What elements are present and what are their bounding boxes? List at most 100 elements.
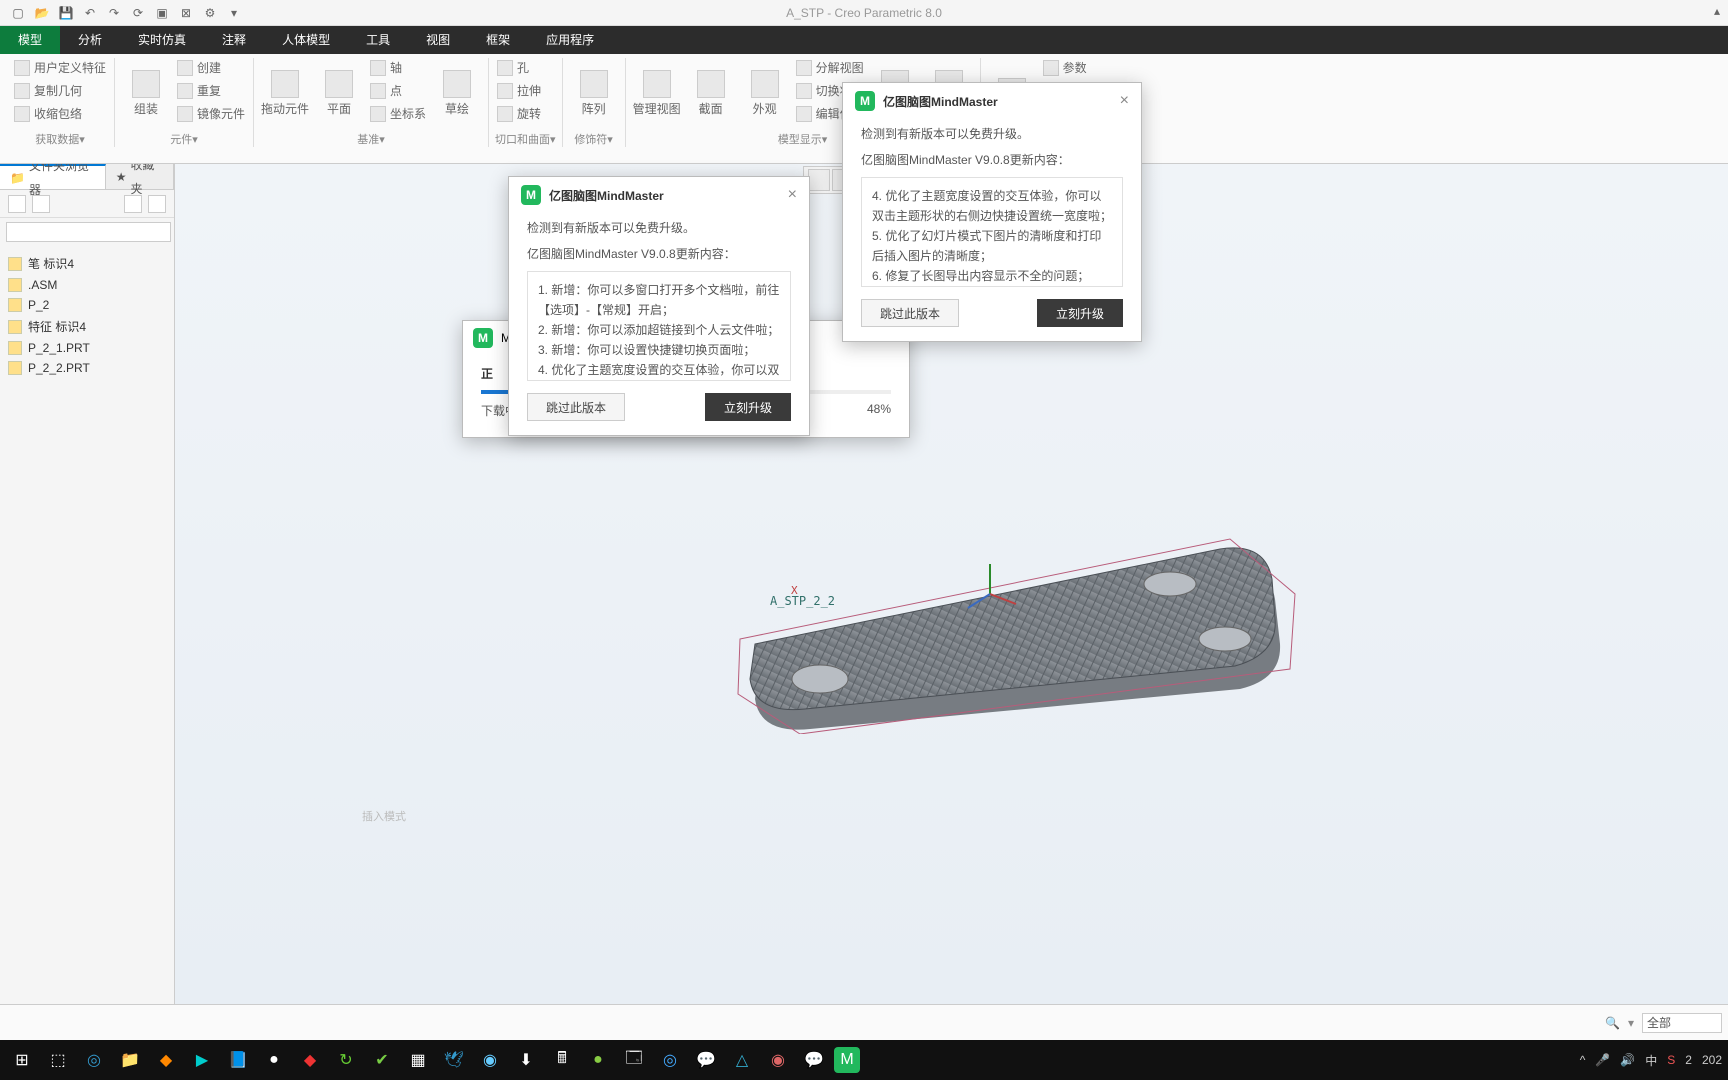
cmd-drag[interactable]: 拖动元件 bbox=[260, 58, 310, 129]
cmd-create[interactable]: 创建 bbox=[175, 58, 247, 77]
tree-collapse-icon[interactable] bbox=[148, 195, 166, 213]
cmd-shrinkwrap[interactable]: 收缩包络 bbox=[12, 104, 108, 123]
save-icon[interactable]: 💾 bbox=[58, 5, 74, 21]
tab-annotate[interactable]: 注释 bbox=[204, 26, 264, 54]
cmd-revolve[interactable]: 旋转 bbox=[495, 104, 555, 123]
tab-framework[interactable]: 框架 bbox=[468, 26, 528, 54]
app-icon-5[interactable]: ◆ bbox=[294, 1044, 326, 1076]
tree-item[interactable]: 笔 标识4 bbox=[4, 252, 170, 275]
mindmaster-taskbar-icon[interactable]: M bbox=[834, 1047, 860, 1073]
open-icon[interactable]: 📂 bbox=[34, 5, 50, 21]
new-icon[interactable]: ▢ bbox=[10, 5, 26, 21]
cmd-copygeom[interactable]: 复制几何 bbox=[12, 81, 108, 100]
cmd-repeat[interactable]: 重复 bbox=[175, 81, 247, 100]
cmd-manageview[interactable]: 管理视图 bbox=[632, 58, 682, 129]
sb-filter-dropdown-icon[interactable]: ▾ bbox=[1628, 1016, 1634, 1030]
dialog1-skip-button[interactable]: 跳过此版本 bbox=[527, 393, 625, 421]
tree-item[interactable]: P_2_2.PRT bbox=[4, 358, 170, 378]
tree-search-row: × ▾ + bbox=[0, 218, 174, 246]
dialog1-upgrade-button[interactable]: 立刻升级 bbox=[705, 393, 791, 421]
cmd-section[interactable]: 截面 bbox=[686, 58, 736, 129]
app-icon-4[interactable]: ● bbox=[258, 1044, 290, 1076]
tree-filter-icon[interactable] bbox=[8, 195, 26, 213]
cmd-sketch[interactable]: 草绘 bbox=[432, 58, 482, 129]
tree-item[interactable]: 特征 标识4 bbox=[4, 315, 170, 338]
cmd-mirror[interactable]: 镜像元件 bbox=[175, 104, 247, 123]
app-icon-10[interactable]: ◉ bbox=[474, 1044, 506, 1076]
model-tree: 笔 标识4 .ASM P_2 特征 标识4 P_2_1.PRT P_2_2.PR… bbox=[0, 246, 174, 1004]
sidebar-tab-folder[interactable]: 📁文件夹浏览器 bbox=[0, 164, 106, 189]
app-icon-11[interactable]: ⬇ bbox=[510, 1044, 542, 1076]
dialog2-close-icon[interactable]: × bbox=[1120, 92, 1129, 110]
dialog1-close-icon[interactable]: × bbox=[788, 186, 797, 204]
explorer-icon[interactable]: 📁 bbox=[114, 1044, 146, 1076]
wechat-icon-2[interactable]: 💬 bbox=[798, 1044, 830, 1076]
selection-filter-combo[interactable]: 全部 bbox=[1642, 1013, 1722, 1033]
tab-apps[interactable]: 应用程序 bbox=[528, 26, 612, 54]
cmd-appearance[interactable]: 外观 bbox=[740, 58, 790, 129]
tree-search-input[interactable] bbox=[6, 222, 171, 242]
cmd-explode[interactable]: 分解视图 bbox=[794, 58, 866, 77]
tray-chevron-up-icon[interactable]: ^ bbox=[1580, 1053, 1586, 1067]
redo-icon[interactable]: ↷ bbox=[106, 5, 122, 21]
qa-dropdown-icon[interactable]: ▾ bbox=[226, 5, 242, 21]
tab-tools[interactable]: 工具 bbox=[348, 26, 408, 54]
sidebar-tab-fav[interactable]: ★收藏夹 bbox=[106, 164, 174, 189]
cmd-point[interactable]: 点 bbox=[368, 81, 428, 100]
app-icon-3[interactable]: 📘 bbox=[222, 1044, 254, 1076]
ribbon-collapse-icon[interactable]: ▴ bbox=[1714, 4, 1720, 18]
app-icon-1[interactable]: ◆ bbox=[150, 1044, 182, 1076]
tray-volume-icon[interactable]: 🔊 bbox=[1620, 1053, 1635, 1067]
window-icon[interactable]: ▣ bbox=[154, 5, 170, 21]
editpos-icon bbox=[796, 106, 812, 122]
tab-simulate[interactable]: 实时仿真 bbox=[120, 26, 204, 54]
tab-model[interactable]: 模型 bbox=[0, 26, 60, 54]
tree-settings-icon[interactable] bbox=[32, 195, 50, 213]
cmd-udf[interactable]: 用户定义特征 bbox=[12, 58, 108, 77]
tree-item[interactable]: P_2_1.PRT bbox=[4, 338, 170, 358]
app-icon-16[interactable]: △ bbox=[726, 1044, 758, 1076]
cmd-plane[interactable]: 平面 bbox=[314, 58, 364, 129]
cmd-hole[interactable]: 孔 bbox=[495, 58, 555, 77]
app-icon-17[interactable]: ◉ bbox=[762, 1044, 794, 1076]
tree-item[interactable]: P_2 bbox=[4, 295, 170, 315]
app-icon-12[interactable]: 🖩 bbox=[546, 1044, 578, 1076]
app-icon-2[interactable]: ▶ bbox=[186, 1044, 218, 1076]
settings-icon[interactable]: ⚙ bbox=[202, 5, 218, 21]
regen-icon[interactable]: ⟳ bbox=[130, 5, 146, 21]
tree-item[interactable]: .ASM bbox=[4, 275, 170, 295]
close-icon[interactable]: ⊠ bbox=[178, 5, 194, 21]
edge-icon[interactable]: ◎ bbox=[78, 1044, 110, 1076]
app-icon-13[interactable]: ● bbox=[582, 1044, 614, 1076]
app-icon-15[interactable]: ◎ bbox=[654, 1044, 686, 1076]
system-tray: ^ 🎤 🔊 中 S 2 202 bbox=[1580, 1052, 1722, 1069]
sb-find-icon[interactable]: 🔍 bbox=[1605, 1016, 1620, 1030]
tab-manikin[interactable]: 人体模型 bbox=[264, 26, 348, 54]
app-icon-7[interactable]: ✔ bbox=[366, 1044, 398, 1076]
tab-analysis[interactable]: 分析 bbox=[60, 26, 120, 54]
cmd-assemble[interactable]: 组装 bbox=[121, 58, 171, 129]
app-icon-8[interactable]: ▦ bbox=[402, 1044, 434, 1076]
tray-sogou-icon[interactable]: S bbox=[1667, 1053, 1675, 1067]
tab-view[interactable]: 视图 bbox=[408, 26, 468, 54]
dialog2-detect: 检测到有新版本可以免费升级。 bbox=[861, 125, 1123, 143]
tray-time[interactable]: 2 bbox=[1685, 1053, 1692, 1067]
tray-mic-icon[interactable]: 🎤 bbox=[1595, 1053, 1610, 1067]
dialog2-upgrade-button[interactable]: 立刻升级 bbox=[1037, 299, 1123, 327]
app-icon-14[interactable]: 🗔 bbox=[618, 1044, 650, 1076]
start-button[interactable]: ⊞ bbox=[6, 1044, 38, 1076]
app-icon-9[interactable]: 🕊 bbox=[438, 1044, 470, 1076]
task-search-icon[interactable]: ⬚ bbox=[42, 1044, 74, 1076]
cmd-csys[interactable]: 坐标系 bbox=[368, 104, 428, 123]
cmd-axis[interactable]: 轴 bbox=[368, 58, 428, 77]
vt-refit-icon[interactable] bbox=[808, 169, 830, 191]
tree-expand-icon[interactable] bbox=[124, 195, 142, 213]
wechat-icon[interactable]: 💬 bbox=[690, 1044, 722, 1076]
cmd-pattern[interactable]: 阵列 bbox=[569, 58, 619, 129]
app-icon-6[interactable]: ↻ bbox=[330, 1044, 362, 1076]
cmd-extrude[interactable]: 拉伸 bbox=[495, 81, 555, 100]
cmd-params[interactable]: 参数 bbox=[1041, 58, 1101, 77]
dialog2-skip-button[interactable]: 跳过此版本 bbox=[861, 299, 959, 327]
undo-icon[interactable]: ↶ bbox=[82, 5, 98, 21]
tray-ime[interactable]: 中 bbox=[1645, 1052, 1657, 1069]
